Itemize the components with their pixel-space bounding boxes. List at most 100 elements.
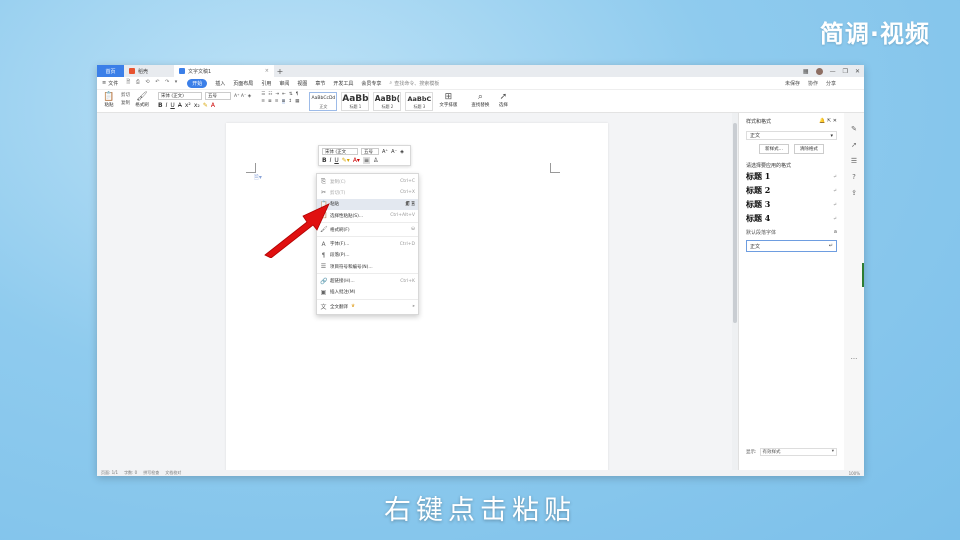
unsaved-button[interactable]: 未保存	[785, 80, 800, 87]
ctx-copy[interactable]: ⎘ 复制(C) Ctrl+C	[317, 176, 418, 187]
style-item-heading-1[interactable]: 标题 1 ↵	[746, 170, 837, 183]
mini-clear-icon[interactable]: ◈	[400, 149, 404, 155]
panel-controls[interactable]: 🔔 ⇱ ✕	[819, 118, 837, 125]
ctx-bullets[interactable]: ☰ 项目符号和编号(N)...	[317, 261, 418, 272]
current-style-select[interactable]: 正文 ▾	[746, 131, 837, 140]
mini-shrink-font[interactable]: A⁻	[391, 149, 397, 155]
ctx-paste-options-icon[interactable]: 🗐 🗒	[405, 200, 415, 208]
mini-grow-font[interactable]: A⁺	[382, 149, 388, 155]
copy-button[interactable]: 复制	[121, 100, 130, 106]
quick-access-icons[interactable]: 🗎 ⎙ ⟲ ↶ ↷ ▾	[126, 79, 179, 87]
line-spacing-icon[interactable]: ↕	[288, 99, 292, 104]
share-icon[interactable]: ⇪	[851, 189, 857, 197]
highlight-icon[interactable]: ✎	[203, 102, 208, 109]
close-button[interactable]: ✕	[855, 68, 860, 75]
numbering-icon[interactable]: ☷	[268, 92, 272, 97]
style-item-default-font[interactable]: 默认段落字体 a	[746, 229, 837, 236]
tab-document[interactable]: 文字文稿1 ×	[174, 65, 274, 77]
ctx-hyperlink[interactable]: 🔗 超链接(H)... Ctrl+K	[317, 275, 418, 286]
more-icon[interactable]: ···	[851, 355, 858, 363]
grow-font-icon[interactable]: A⁺ A⁻ ◈	[234, 94, 251, 99]
adjust-icon[interactable]: ☰	[851, 157, 857, 165]
avatar[interactable]	[815, 67, 823, 75]
strikethrough-icon[interactable]: A̶	[178, 102, 182, 109]
file-menu[interactable]: ≡ 文件	[102, 80, 118, 87]
restore-button[interactable]: ❐	[843, 68, 848, 75]
ctx-paragraph[interactable]: ¶ 段落(P)...	[317, 250, 418, 261]
ctx-comment[interactable]: ▣ 插入批注(M)	[317, 287, 418, 298]
show-styles-select[interactable]: 有效样式 ▾	[759, 448, 837, 456]
style-item-heading-2[interactable]: 标题 2 ↵	[746, 184, 837, 197]
style-item-heading-3[interactable]: 标题 3 ↵	[746, 198, 837, 211]
spell-check[interactable]: 拼写检查	[143, 470, 159, 476]
ctx-translate[interactable]: 文全文翻译 ♛ ▸	[317, 301, 418, 312]
italic-button[interactable]: I	[166, 102, 168, 109]
ctx-format-painter[interactable]: 🖌 格式刷(F) ⛁	[317, 224, 418, 235]
new-tab-button[interactable]: +	[274, 65, 286, 77]
style-normal[interactable]: AaBbCcDd 正文	[309, 92, 338, 111]
scrollbar-thumb[interactable]	[733, 123, 737, 323]
menu-view[interactable]: 视图	[297, 80, 307, 87]
menu-review[interactable]: 审阅	[279, 80, 289, 87]
minimize-button[interactable]: —	[830, 68, 836, 75]
menu-start[interactable]: 开始	[187, 78, 208, 88]
collaborate-button[interactable]: 协作	[808, 80, 818, 87]
bold-button[interactable]: B	[158, 102, 163, 109]
menu-developer[interactable]: 开发工具	[333, 80, 353, 87]
command-search[interactable]: ⌕ 查找命令、搜索模板	[389, 80, 439, 87]
select-pointer-icon[interactable]: ➚	[851, 141, 857, 149]
style-item-heading-4[interactable]: 标题 4 ↵	[746, 212, 837, 225]
ctx-cut[interactable]: ✂ 剪切(T) Ctrl+X	[317, 187, 418, 198]
menu-references[interactable]: 引用	[261, 80, 271, 87]
sort-icon[interactable]: ⇅	[289, 92, 293, 97]
menu-insert[interactable]: 插入	[215, 80, 225, 87]
mini-italic-button[interactable]: I	[330, 157, 332, 164]
find-replace-button[interactable]: ⌕ 查找替换	[469, 92, 491, 108]
font-name-select[interactable]: 宋体 (正文)	[158, 92, 202, 100]
menu-page-layout[interactable]: 页面布局	[233, 80, 253, 87]
doc-check[interactable]: 文档校对	[165, 470, 181, 476]
style-heading-1[interactable]: AaBb 标题 1	[341, 92, 370, 111]
tab-home[interactable]: 首页	[97, 65, 124, 77]
borders-icon[interactable]: ▦	[295, 99, 299, 104]
share-button[interactable]: 分享	[826, 80, 836, 87]
grid-icon[interactable]: ▦	[803, 68, 809, 75]
mini-format-button[interactable]: ≡	[362, 157, 370, 164]
help-icon[interactable]: ?	[852, 173, 856, 181]
mini-underline-button[interactable]: U	[334, 157, 338, 164]
menu-section[interactable]: 章节	[315, 80, 325, 87]
style-item-normal[interactable]: 正文 ↵	[746, 240, 837, 252]
format-painter-button[interactable]: 🖌 格式刷	[134, 92, 150, 108]
zoom-level[interactable]: 100%	[849, 471, 860, 476]
ctx-paste[interactable]: 📋 粘贴 🗐 🗒	[317, 198, 418, 210]
justify-icon[interactable]: ≣	[281, 99, 286, 104]
mini-font-select[interactable]: 宋体 (正文	[322, 148, 358, 155]
indent-icon[interactable]: ⇥	[275, 92, 279, 97]
menu-member[interactable]: 会员专享	[361, 80, 381, 87]
align-right-icon[interactable]: ≡	[275, 99, 279, 104]
mini-font-color-icon[interactable]: A▾	[353, 157, 360, 164]
bullets-icon[interactable]: ☰	[261, 92, 265, 97]
cut-button[interactable]: 剪切	[121, 92, 130, 98]
tab-close-icon[interactable]: ×	[265, 68, 269, 74]
paste-button[interactable]: 📋 粘贴	[101, 92, 117, 108]
style-heading-2[interactable]: AaBb( 标题 2	[373, 92, 402, 111]
ctx-font[interactable]: A 字体(F)... Ctrl+D	[317, 238, 418, 249]
outdent-icon[interactable]: ⇤	[282, 92, 286, 97]
text-layout-button[interactable]: ⊞ 文字排版	[437, 92, 459, 108]
mini-bold-button[interactable]: B	[322, 157, 327, 164]
font-color-icon[interactable]: A	[211, 102, 215, 109]
select-button[interactable]: ➚ 选择	[495, 92, 511, 108]
superscript-icon[interactable]: x²	[185, 102, 191, 109]
underline-button[interactable]: U	[170, 102, 174, 109]
style-brush-icon[interactable]: ✎	[851, 125, 857, 133]
new-style-button[interactable]: 新样式...	[759, 144, 789, 154]
mini-highlight-icon[interactable]: ✎▾	[342, 157, 350, 164]
mini-size-select[interactable]: 五号	[361, 148, 379, 155]
clear-format-button[interactable]: 清除格式	[793, 144, 824, 154]
font-size-select[interactable]: 五号	[205, 92, 231, 100]
ctx-paste-special[interactable]: 📋选择性粘贴(S)...Ctrl+Alt+V	[317, 210, 418, 221]
word-count[interactable]: 字数: 0	[124, 470, 137, 476]
align-center-icon[interactable]: ≣	[268, 99, 272, 104]
tab-docer[interactable]: 稻壳	[124, 65, 174, 77]
